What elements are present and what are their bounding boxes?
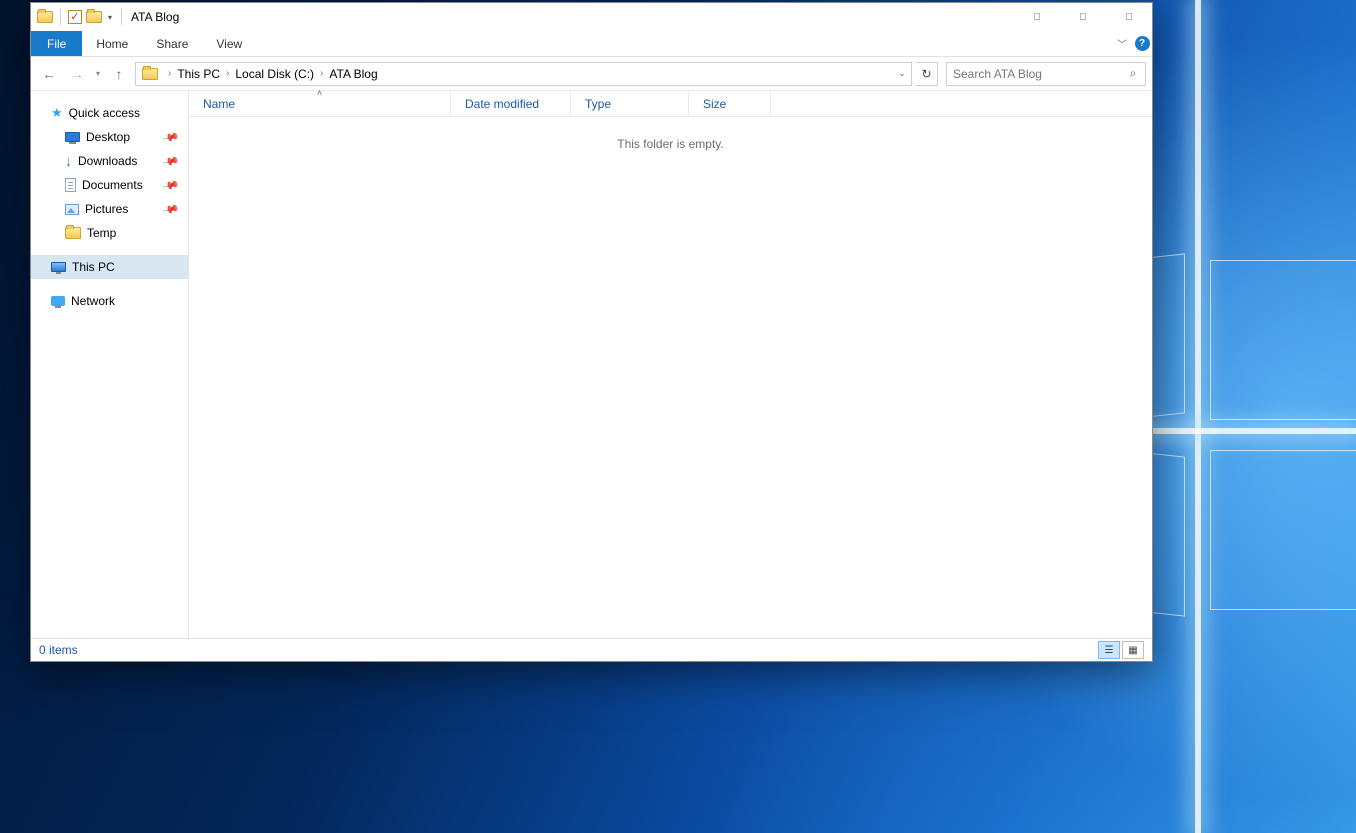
empty-text: This folder is empty.	[617, 137, 723, 638]
ribbon-expand-icon[interactable]: ﹀	[1112, 31, 1132, 56]
chevron-right-icon[interactable]: ›	[222, 68, 233, 79]
history-dropdown-icon[interactable]: ▾	[93, 69, 103, 78]
search-box[interactable]: ⌕	[946, 62, 1146, 86]
sidebar-item-downloads[interactable]: ↓ Downloads 📌	[31, 149, 188, 173]
status-bar: 0 items ☰ ▦	[31, 638, 1152, 661]
desktop-icon	[65, 132, 80, 142]
navigation-pane: ★ Quick access Desktop 📌 ↓ Downloads 📌 D…	[31, 91, 189, 638]
sidebar-this-pc[interactable]: This PC	[31, 255, 188, 279]
column-label: Name	[203, 97, 235, 111]
breadcrumb-this-pc[interactable]: This PC	[175, 67, 222, 81]
new-folder-icon[interactable]	[86, 11, 102, 23]
network-icon	[51, 296, 65, 306]
forward-button[interactable]: →	[65, 62, 89, 86]
sort-ascending-icon: ˄	[317, 88, 322, 98]
sidebar-item-pictures[interactable]: Pictures 📌	[31, 197, 188, 221]
column-headers: Name ˄ Date modified Type Size	[189, 91, 1152, 117]
pin-icon: 📌	[162, 152, 180, 170]
breadcrumb-local-disk[interactable]: Local Disk (C:)	[233, 67, 316, 81]
sidebar-quick-access[interactable]: ★ Quick access	[31, 101, 188, 125]
column-type[interactable]: Type	[571, 91, 689, 116]
column-size[interactable]: Size	[689, 91, 771, 116]
tab-home[interactable]: Home	[82, 31, 142, 56]
address-bar[interactable]: › This PC › Local Disk (C:) › ATA Blog ⌄	[135, 62, 912, 86]
explorer-body: ★ Quick access Desktop 📌 ↓ Downloads 📌 D…	[31, 91, 1152, 638]
column-label: Size	[703, 97, 726, 111]
download-icon: ↓	[65, 154, 72, 168]
tab-view[interactable]: View	[202, 31, 256, 56]
qat-dropdown-icon[interactable]: ▾	[106, 13, 114, 22]
separator	[60, 9, 61, 25]
column-label: Type	[585, 97, 611, 111]
this-pc-icon	[51, 262, 66, 272]
quick-access-toolbar: ✓ ▾	[31, 9, 125, 25]
help-button[interactable]: ?	[1132, 31, 1152, 56]
window-controls:   	[1014, 3, 1152, 31]
refresh-button[interactable]: ↻	[916, 62, 938, 86]
folder-icon	[136, 68, 164, 80]
desktop-background-pane	[1210, 450, 1356, 610]
file-explorer-window: ✓ ▾ ATA Blog    File Home Share View …	[30, 2, 1153, 662]
sidebar-item-desktop[interactable]: Desktop 📌	[31, 125, 188, 149]
folder-icon	[37, 11, 53, 23]
file-tab[interactable]: File	[31, 31, 82, 56]
chevron-right-icon[interactable]: ›	[164, 68, 175, 79]
tab-share[interactable]: Share	[142, 31, 202, 56]
sidebar-item-temp[interactable]: Temp	[31, 221, 188, 245]
up-button[interactable]: ↑	[107, 62, 131, 86]
pin-icon: 📌	[162, 128, 180, 146]
desktop-background-pane	[1210, 260, 1356, 420]
minimize-button[interactable]: 	[1014, 3, 1060, 31]
column-label: Date modified	[465, 97, 539, 111]
navigation-bar: ← → ▾ ↑ › This PC › Local Disk (C:) › AT…	[31, 57, 1152, 91]
pin-icon: 📌	[162, 176, 180, 194]
window-title: ATA Blog	[131, 10, 179, 24]
sidebar-item-label: Temp	[87, 226, 116, 240]
sidebar-item-label: Quick access	[69, 106, 140, 120]
sidebar-item-label: Downloads	[78, 154, 137, 168]
help-icon: ?	[1135, 36, 1150, 51]
chevron-right-icon[interactable]: ›	[316, 68, 327, 79]
sidebar-item-label: Network	[71, 294, 115, 308]
titlebar[interactable]: ✓ ▾ ATA Blog   	[31, 3, 1152, 31]
sidebar-item-label: Documents	[82, 178, 143, 192]
pin-icon: 📌	[162, 200, 180, 218]
large-icons-view-button[interactable]: ▦	[1122, 641, 1144, 659]
sidebar-network[interactable]: Network	[31, 289, 188, 313]
pictures-icon	[65, 204, 79, 215]
search-input[interactable]	[947, 63, 1121, 85]
address-dropdown-icon[interactable]: ⌄	[893, 68, 911, 79]
details-view-button[interactable]: ☰	[1098, 641, 1120, 659]
close-button[interactable]: 	[1106, 3, 1152, 31]
properties-icon[interactable]: ✓	[68, 10, 82, 24]
separator	[121, 9, 122, 25]
back-button[interactable]: ←	[37, 62, 61, 86]
sidebar-item-label: Desktop	[86, 130, 130, 144]
document-icon	[65, 178, 76, 192]
item-count: 0 items	[39, 643, 78, 657]
folder-icon	[65, 227, 81, 239]
sidebar-item-label: Pictures	[85, 202, 128, 216]
ribbon: File Home Share View ﹀ ?	[31, 31, 1152, 57]
sidebar-item-documents[interactable]: Documents 📌	[31, 173, 188, 197]
column-date-modified[interactable]: Date modified	[451, 91, 571, 116]
content-pane: Name ˄ Date modified Type Size This fold…	[189, 91, 1152, 638]
empty-folder-message: This folder is empty.	[189, 117, 1152, 638]
column-name[interactable]: Name ˄	[189, 91, 451, 116]
breadcrumb-ata-blog[interactable]: ATA Blog	[327, 67, 379, 81]
maximize-button[interactable]: 	[1060, 3, 1106, 31]
search-icon[interactable]: ⌕	[1121, 66, 1145, 81]
sidebar-item-label: This PC	[72, 260, 115, 274]
star-icon: ★	[51, 105, 63, 121]
